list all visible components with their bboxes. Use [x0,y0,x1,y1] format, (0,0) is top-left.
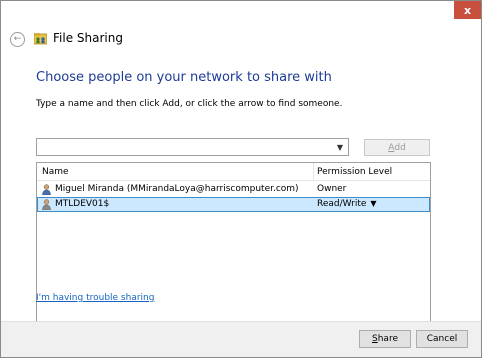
list-item-name: Miguel Miranda (MMirandaLoya@harriscompu… [55,184,299,194]
header-row: ← File Sharing [1,29,481,49]
list-item-name: MTLDEV01$ [55,199,110,209]
column-divider[interactable] [313,163,314,181]
trouble-sharing-link[interactable]: I'm having trouble sharing [36,293,154,303]
footer-bar: Share Cancel [1,321,481,357]
add-button-label: dd [394,142,406,153]
user-icon [42,199,51,210]
window-title: File Sharing [53,31,123,45]
list-header: Name Permission Level [37,163,430,181]
close-button[interactable]: x [454,1,481,19]
list-item-permission: Owner [317,184,347,194]
add-button[interactable]: Add [364,139,430,156]
cancel-button[interactable]: Cancel [416,330,468,348]
back-arrow-icon: ← [13,34,22,44]
column-header-permission[interactable]: Permission Level [317,167,392,177]
instruction-text: Type a name and then click Add, or click… [36,99,343,109]
list-item[interactable]: Miguel Miranda (MMirandaLoya@harriscompu… [37,182,430,197]
share-button[interactable]: Share [359,330,411,348]
back-button[interactable]: ← [10,32,25,47]
main-content: Choose people on your network to share w… [18,51,465,337]
title-bar: x [1,1,481,29]
sharing-list[interactable]: Name Permission Level Miguel Miranda (MM… [36,162,431,337]
chevron-down-icon[interactable]: ▼ [335,142,345,152]
share-button-label: hare [377,334,398,344]
dropdown-arrow-icon[interactable]: ▼ [370,199,376,208]
file-sharing-icon [34,33,47,45]
user-icon [42,184,51,195]
file-sharing-window: x ← File Sharing Choose people on your n… [0,0,482,358]
page-heading: Choose people on your network to share w… [36,70,332,85]
cancel-button-label: Cancel [426,334,458,344]
close-icon: x [463,3,472,17]
name-input[interactable] [39,140,329,154]
list-item-permission: Read/Write [317,199,367,209]
list-item-selected[interactable]: MTLDEV01$ Read/Write ▼ [37,197,430,212]
permission-dropdown[interactable]: Read/Write ▼ [317,199,377,209]
name-combobox[interactable]: ▼ [36,138,349,156]
column-header-name[interactable]: Name [42,167,69,177]
